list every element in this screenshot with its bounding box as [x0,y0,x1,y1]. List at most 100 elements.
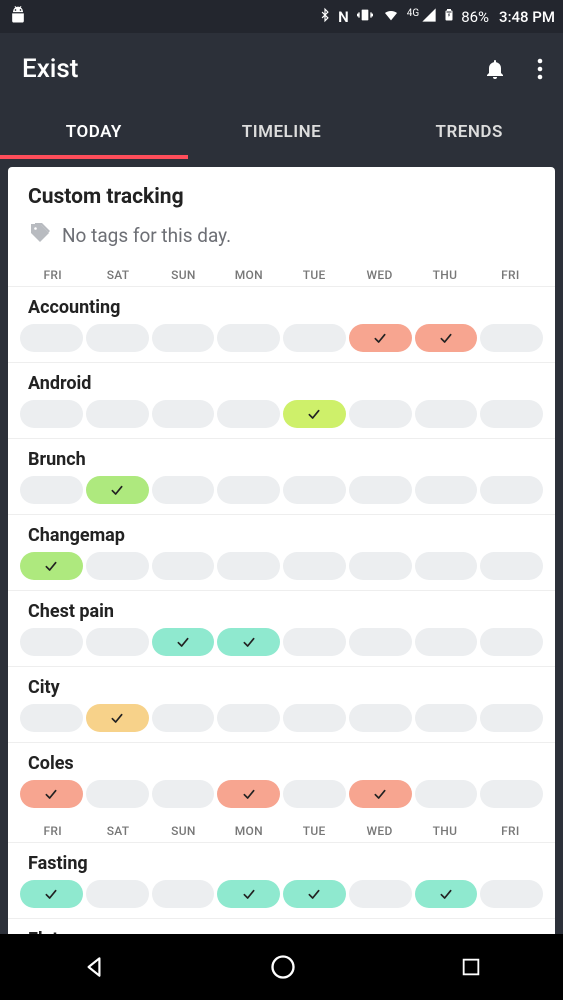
day-pill[interactable] [20,780,83,808]
day-pill[interactable] [86,704,149,732]
day-pill[interactable] [480,704,543,732]
tracker-name[interactable]: Chest pain [20,601,543,622]
tracker-name[interactable]: Accounting [20,297,543,318]
android-debug-icon [8,5,28,29]
content-card: Custom tracking No tags for this day. FR… [8,167,555,934]
day-pill[interactable] [283,400,346,428]
tab-today[interactable]: TODAY [0,105,188,159]
tracker-row: Brunch [8,438,555,514]
day-pill[interactable] [349,704,412,732]
day-pill[interactable] [480,628,543,656]
day-pill[interactable] [217,780,280,808]
day-header-cell: MON [216,268,281,282]
tracker-row: Accounting [8,286,555,362]
day-pill[interactable] [86,880,149,908]
day-pill[interactable] [20,880,83,908]
pill-row [20,400,543,428]
day-pill[interactable] [20,704,83,732]
overflow-menu-button[interactable] [537,58,543,80]
day-pill[interactable] [480,400,543,428]
day-pill[interactable] [217,476,280,504]
day-pill[interactable] [415,324,478,352]
notifications-button[interactable] [483,57,507,81]
day-header-cell: WED [347,268,412,282]
recents-button[interactable] [460,956,482,978]
day-pill[interactable] [152,552,215,580]
tracker-name[interactable]: Coles [20,753,543,774]
day-pill[interactable] [415,400,478,428]
tab-trends[interactable]: TRENDS [375,105,563,159]
day-pill[interactable] [20,400,83,428]
day-pill[interactable] [480,780,543,808]
day-pill[interactable] [20,324,83,352]
day-pill[interactable] [152,400,215,428]
day-pill[interactable] [217,400,280,428]
back-button[interactable] [81,954,107,980]
no-tags-text: No tags for this day. [62,224,231,247]
day-pill[interactable] [349,880,412,908]
day-pill[interactable] [152,880,215,908]
tab-timeline[interactable]: TIMELINE [188,105,376,159]
day-pill[interactable] [349,476,412,504]
vibrate-icon [355,7,375,27]
day-pill[interactable] [415,476,478,504]
day-pill[interactable] [86,400,149,428]
day-pill[interactable] [217,552,280,580]
tags-row[interactable]: No tags for this day. [8,215,555,262]
pill-row [20,476,543,504]
day-header-cell: SAT [85,824,150,838]
tab-bar: TODAYTIMELINETRENDS [0,105,563,159]
day-pill[interactable] [480,324,543,352]
day-pill[interactable] [283,704,346,732]
day-pill[interactable] [217,704,280,732]
day-pill[interactable] [217,324,280,352]
day-pill[interactable] [415,628,478,656]
day-pill[interactable] [283,628,346,656]
day-pill[interactable] [415,704,478,732]
day-pill[interactable] [20,476,83,504]
day-pill[interactable] [480,880,543,908]
day-pill[interactable] [349,628,412,656]
day-pill[interactable] [152,780,215,808]
day-pill[interactable] [152,704,215,732]
day-pill[interactable] [86,476,149,504]
day-pill[interactable] [152,324,215,352]
day-pill[interactable] [283,780,346,808]
day-pill[interactable] [283,324,346,352]
day-pill[interactable] [86,552,149,580]
day-pill[interactable] [86,780,149,808]
clock: 3:48 PM [499,8,555,26]
day-pill[interactable] [349,324,412,352]
day-header-cell: SUN [151,268,216,282]
tracker-name[interactable]: City [20,677,543,698]
day-pill[interactable] [415,880,478,908]
day-header-cell: TUE [282,268,347,282]
day-pill[interactable] [349,400,412,428]
day-pill[interactable] [152,476,215,504]
day-pill[interactable] [349,780,412,808]
day-pill[interactable] [283,476,346,504]
day-pill[interactable] [415,552,478,580]
tracker-name[interactable]: Changemap [20,525,543,546]
day-pill[interactable] [152,628,215,656]
day-pill[interactable] [480,476,543,504]
day-pill[interactable] [86,324,149,352]
day-pill[interactable] [283,552,346,580]
wifi-icon [381,7,401,27]
tracker-name[interactable]: Android [20,373,543,394]
day-pill[interactable] [480,552,543,580]
day-header-cell: SAT [85,268,150,282]
tracker-row: Fasting [8,842,555,918]
day-pill[interactable] [349,552,412,580]
day-pill[interactable] [415,780,478,808]
tracker-name[interactable]: Fasting [20,853,543,874]
day-pill[interactable] [86,628,149,656]
day-pill[interactable] [217,880,280,908]
day-pill[interactable] [217,628,280,656]
day-pill[interactable] [20,552,83,580]
tag-icon [28,221,52,250]
day-pill[interactable] [20,628,83,656]
home-button[interactable] [269,953,297,981]
tracker-name[interactable]: Brunch [20,449,543,470]
day-pill[interactable] [283,880,346,908]
